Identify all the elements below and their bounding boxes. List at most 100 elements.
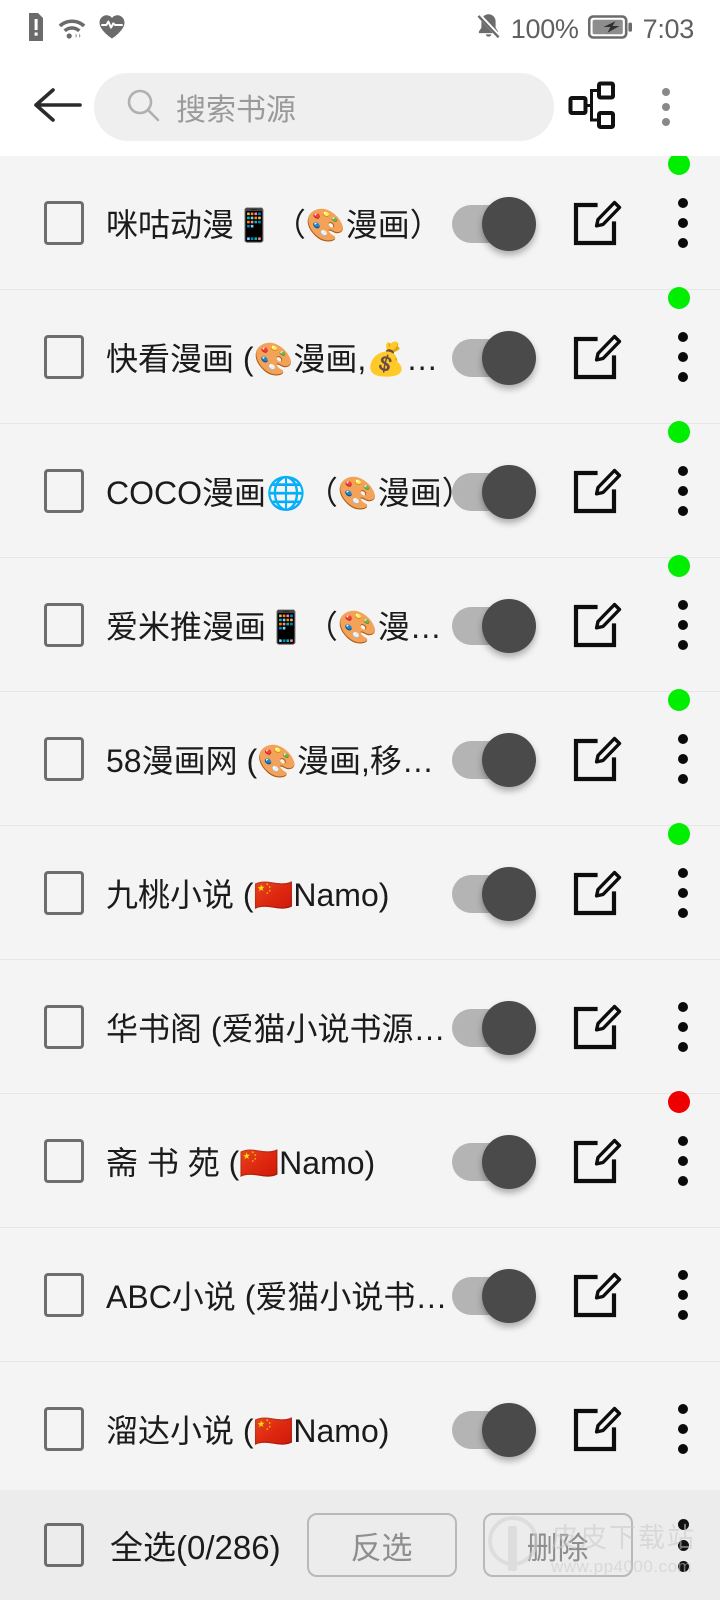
list-item[interactable]: 58漫画网 (🎨漫画,移… (0, 688, 720, 826)
source-name-label: 九桃小说 (🇨🇳Namo) (106, 876, 390, 913)
heartbeat-icon (98, 14, 126, 45)
edit-pencil-icon (570, 200, 622, 253)
edit-pencil-icon (570, 1138, 622, 1191)
book-source-list[interactable]: 咪咕动漫📱（🎨漫画） 快看漫画 (🎨漫画,💰… COCO漫画🌐（🎨漫画） 爱米推漫画📱… (0, 156, 720, 1490)
row-checkbox[interactable] (44, 334, 84, 379)
row-checkbox[interactable] (44, 200, 84, 245)
source-name-label: COCO漫画🌐（🎨漫画） (106, 474, 452, 511)
status-dot-ok (668, 554, 690, 577)
edit-pencil-icon (570, 602, 622, 655)
toggle-thumb (482, 598, 536, 653)
back-arrow-icon (32, 85, 82, 130)
row-checkbox[interactable] (44, 1272, 84, 1317)
enable-toggle[interactable] (452, 330, 536, 385)
list-item[interactable]: COCO漫画🌐（🎨漫画） (0, 420, 720, 558)
edit-button[interactable] (570, 599, 622, 651)
source-name-label: ABC小说 (爱猫小说书… (106, 1278, 448, 1315)
toggle-thumb (482, 1402, 536, 1457)
bottom-action-bar: 全选(0/286) 反选 删除 (0, 1490, 720, 1600)
row-checkbox[interactable] (44, 870, 84, 915)
status-dot-ok (668, 286, 690, 309)
row-overflow-button[interactable] (660, 1090, 706, 1191)
row-overflow-button[interactable] (660, 286, 706, 387)
row-overflow-button[interactable] (660, 1399, 706, 1459)
edit-pencil-icon (570, 1272, 622, 1325)
invert-selection-button[interactable]: 反选 (306, 1513, 457, 1577)
list-item[interactable]: 爱米推漫画📱（🎨漫… (0, 554, 720, 692)
top-toolbar: 搜索书源 (0, 58, 720, 156)
toggle-thumb (482, 866, 536, 921)
edit-pencil-icon (570, 1406, 622, 1459)
enable-toggle[interactable] (452, 866, 536, 921)
list-item[interactable]: 溜达小说 (🇨🇳Namo) (0, 1362, 720, 1490)
enable-toggle[interactable] (452, 1268, 536, 1323)
clock-label: 7:03 (642, 13, 695, 44)
row-overflow-button[interactable] (660, 997, 706, 1057)
row-overflow-button[interactable] (660, 554, 706, 655)
edit-button[interactable] (570, 1001, 622, 1053)
edit-button[interactable] (570, 1269, 622, 1321)
row-overflow-button[interactable] (660, 1265, 706, 1325)
edit-pencil-icon (570, 870, 622, 923)
edit-button[interactable] (570, 733, 622, 785)
edit-button[interactable] (570, 465, 622, 517)
list-item[interactable]: 快看漫画 (🎨漫画,💰… (0, 286, 720, 424)
row-checkbox[interactable] (44, 1406, 84, 1451)
source-group-button[interactable] (558, 71, 630, 143)
list-item[interactable]: 华书阁 (爱猫小说书源… (0, 960, 720, 1094)
status-dot-ok (668, 156, 690, 175)
battery-percent-label: 100% (510, 13, 579, 44)
row-overflow-button[interactable] (660, 156, 706, 253)
row-overflow-button[interactable] (660, 688, 706, 789)
enable-toggle[interactable] (452, 464, 536, 519)
bottom-overflow-button[interactable] (660, 1510, 706, 1580)
row-checkbox[interactable] (44, 1138, 84, 1183)
list-item[interactable]: 咪咕动漫📱（🎨漫画） (0, 156, 720, 290)
edit-button[interactable] (570, 197, 622, 249)
list-item[interactable]: 九桃小说 (🇨🇳Namo) (0, 822, 720, 960)
enable-toggle[interactable] (452, 598, 536, 653)
app-root: 100% 7:03 搜索书源 咪咕动漫📱（🎨漫画） 快看漫画 (🎨漫画,💰… C… (0, 0, 720, 1600)
toggle-thumb (482, 1268, 536, 1323)
source-name-label: 咪咕动漫📱（🎨漫画） (106, 206, 442, 243)
status-bar: 100% 7:03 (0, 0, 720, 58)
enable-toggle[interactable] (452, 1134, 536, 1189)
source-group-icon (568, 80, 620, 135)
list-item[interactable]: ABC小说 (爱猫小说书… (0, 1228, 720, 1362)
row-overflow-button[interactable] (660, 420, 706, 521)
row-checkbox[interactable] (44, 602, 84, 647)
toggle-thumb (482, 732, 536, 787)
toolbar-overflow-button[interactable] (630, 71, 702, 143)
battery-charging-icon (587, 14, 634, 45)
source-name-label: 斋 书 苑 (🇨🇳Namo) (106, 1144, 376, 1181)
source-name-label: 快看漫画 (🎨漫画,💰… (106, 340, 439, 377)
bell-muted-icon (475, 12, 502, 46)
select-all-checkbox[interactable] (44, 1523, 84, 1567)
row-checkbox[interactable] (44, 468, 84, 513)
enable-toggle[interactable] (452, 1402, 536, 1457)
wifi-icon (57, 14, 87, 45)
source-name-label: 爱米推漫画📱（🎨漫… (106, 608, 442, 645)
back-button[interactable] (26, 76, 88, 138)
edit-button[interactable] (570, 867, 622, 919)
edit-pencil-icon (570, 736, 622, 789)
search-icon (126, 88, 160, 127)
edit-button[interactable] (570, 1135, 622, 1187)
toggle-thumb (482, 1134, 536, 1189)
edit-pencil-icon (570, 468, 622, 521)
source-name-label: 溜达小说 (🇨🇳Namo) (106, 1412, 390, 1449)
enable-toggle[interactable] (452, 1000, 536, 1055)
edit-button[interactable] (570, 1403, 622, 1455)
row-checkbox[interactable] (44, 736, 84, 781)
toggle-thumb (482, 330, 536, 385)
delete-button[interactable]: 删除 (482, 1513, 633, 1577)
row-checkbox[interactable] (44, 1004, 84, 1049)
enable-toggle[interactable] (452, 196, 536, 251)
enable-toggle[interactable] (452, 732, 536, 787)
edit-button[interactable] (570, 331, 622, 383)
row-overflow-button[interactable] (660, 822, 706, 923)
status-dot-error (668, 1090, 690, 1113)
search-input[interactable]: 搜索书源 (94, 73, 554, 141)
list-item[interactable]: 斋 书 苑 (🇨🇳Namo) (0, 1090, 720, 1228)
edit-pencil-icon (570, 334, 622, 387)
